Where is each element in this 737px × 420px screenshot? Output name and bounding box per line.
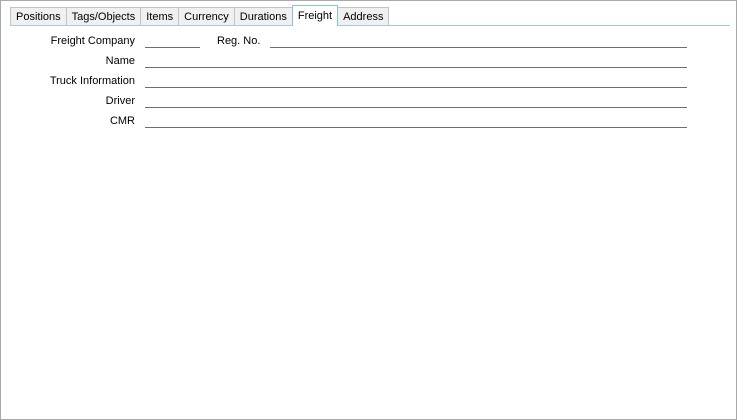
tab-durations[interactable]: Durations xyxy=(233,7,293,26)
name-field[interactable] xyxy=(145,55,687,68)
tab-freight[interactable]: Freight xyxy=(291,5,339,26)
tab-underline xyxy=(10,25,730,26)
cmr-field[interactable] xyxy=(145,115,687,128)
driver-field[interactable] xyxy=(145,95,687,108)
tab-tags-objects[interactable]: Tags/Objects xyxy=(65,7,142,26)
tab-currency[interactable]: Currency xyxy=(178,7,235,26)
tab-address[interactable]: Address xyxy=(337,7,390,26)
tab-positions[interactable]: Positions xyxy=(10,7,67,26)
freight-company-field[interactable] xyxy=(145,35,200,48)
truck-information-label: Truck Information xyxy=(49,75,135,87)
reg-no-label: Reg. No. xyxy=(217,35,261,47)
freight-panel: Positions Tags/Objects Items Currency Du… xyxy=(0,0,737,420)
driver-label: Driver xyxy=(105,95,135,107)
freight-company-label: Freight Company xyxy=(50,35,135,47)
tab-bar: Positions Tags/Objects Items Currency Du… xyxy=(10,5,390,26)
tab-items[interactable]: Items xyxy=(140,7,180,26)
truck-information-field[interactable] xyxy=(145,75,687,88)
name-label: Name xyxy=(105,55,135,67)
reg-no-field[interactable] xyxy=(270,35,687,48)
cmr-label: CMR xyxy=(109,115,135,127)
